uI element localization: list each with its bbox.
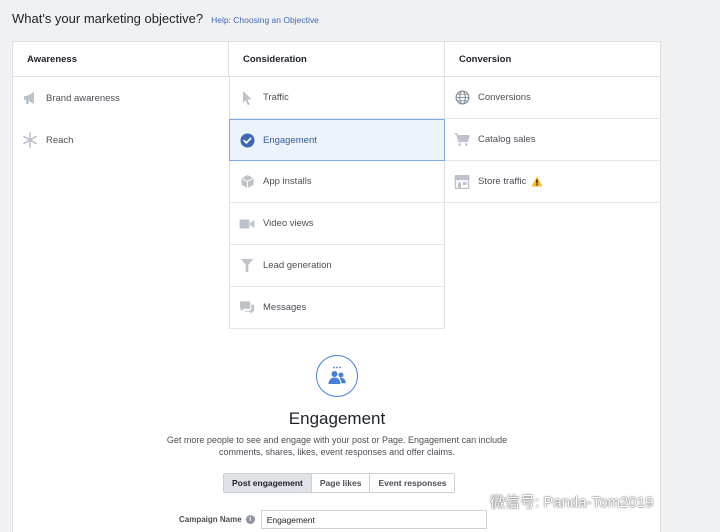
- objective-lead-generation[interactable]: Lead generation: [229, 245, 445, 287]
- objective-catalog-sales[interactable]: Catalog sales: [445, 119, 661, 161]
- consideration-column: Consideration Traffic Engagement App ins…: [229, 42, 445, 329]
- box-icon: [239, 174, 255, 190]
- awareness-column: Awareness Brand awareness Reach: [13, 42, 229, 161]
- objective-label: Traffic: [263, 92, 289, 103]
- globe-icon: [454, 90, 470, 106]
- objective-reach[interactable]: Reach: [13, 119, 229, 161]
- objective-messages[interactable]: Messages: [229, 287, 445, 329]
- video-camera-icon: [239, 216, 255, 232]
- objective-label: Reach: [46, 134, 74, 146]
- tab-page-likes[interactable]: Page likes: [311, 474, 371, 492]
- objective-label: App installs: [263, 176, 312, 187]
- objective-conversions[interactable]: Conversions: [445, 77, 661, 119]
- cart-icon: [454, 132, 470, 148]
- store-icon: [454, 174, 470, 190]
- objective-label: Conversions: [478, 92, 531, 103]
- objective-label: Video views: [263, 218, 314, 229]
- campaign-name-label: Campaign Name: [179, 515, 242, 524]
- objective-app-installs[interactable]: App installs: [229, 161, 445, 203]
- column-header-conversion: Conversion: [445, 42, 661, 77]
- column-header-awareness: Awareness: [13, 42, 229, 77]
- tab-post-engagement[interactable]: Post engagement: [224, 474, 312, 492]
- campaign-name-row: Campaign Name i: [179, 510, 487, 529]
- info-icon[interactable]: i: [245, 515, 255, 524]
- objective-store-traffic[interactable]: Store traffic: [445, 161, 661, 203]
- warning-icon: [531, 176, 543, 187]
- funnel-icon: [239, 258, 255, 274]
- help-link[interactable]: Help: Choosing an Objective: [211, 15, 319, 25]
- tab-event-responses[interactable]: Event responses: [370, 474, 455, 492]
- engagement-type-tabs: Post engagement Page likes Event respons…: [223, 473, 456, 493]
- objective-engagement[interactable]: Engagement: [229, 119, 445, 161]
- objective-label: Lead generation: [263, 260, 332, 271]
- objective-panel: Awareness Brand awareness Reach Consider…: [12, 41, 661, 532]
- page-header: What's your marketing objective? Help: C…: [12, 11, 319, 26]
- wechat-icon: [462, 490, 484, 512]
- snowflake-icon: [22, 132, 38, 148]
- detail-title: Engagement: [288, 409, 386, 428]
- megaphone-icon: [22, 90, 38, 106]
- conversion-column: Conversion Conversions Catalog sales Sto…: [445, 42, 661, 203]
- objective-video-views[interactable]: Video views: [229, 203, 445, 245]
- objective-label: Store traffic: [478, 176, 527, 187]
- check-circle-icon: [239, 132, 255, 148]
- objective-traffic[interactable]: Traffic: [229, 77, 445, 119]
- cursor-icon: [239, 90, 255, 106]
- wechat-watermark: 微信号: Panda-Tom2019: [462, 490, 653, 512]
- objective-label: Brand awareness: [46, 92, 120, 104]
- objective-brand-awareness[interactable]: Brand awareness: [13, 77, 229, 119]
- detail-description: Get more people to see and engage with y…: [166, 435, 508, 457]
- objective-label: Engagement: [263, 134, 317, 146]
- people-icon: [316, 355, 358, 397]
- watermark-text: 微信号: Panda-Tom2019: [490, 493, 654, 511]
- campaign-name-input[interactable]: [260, 510, 487, 529]
- column-header-consideration: Consideration: [229, 42, 445, 77]
- chat-bubbles-icon: [239, 300, 255, 316]
- objective-label: Messages: [263, 302, 307, 313]
- objective-question: What's your marketing objective?: [12, 11, 204, 26]
- objective-label: Catalog sales: [478, 134, 536, 145]
